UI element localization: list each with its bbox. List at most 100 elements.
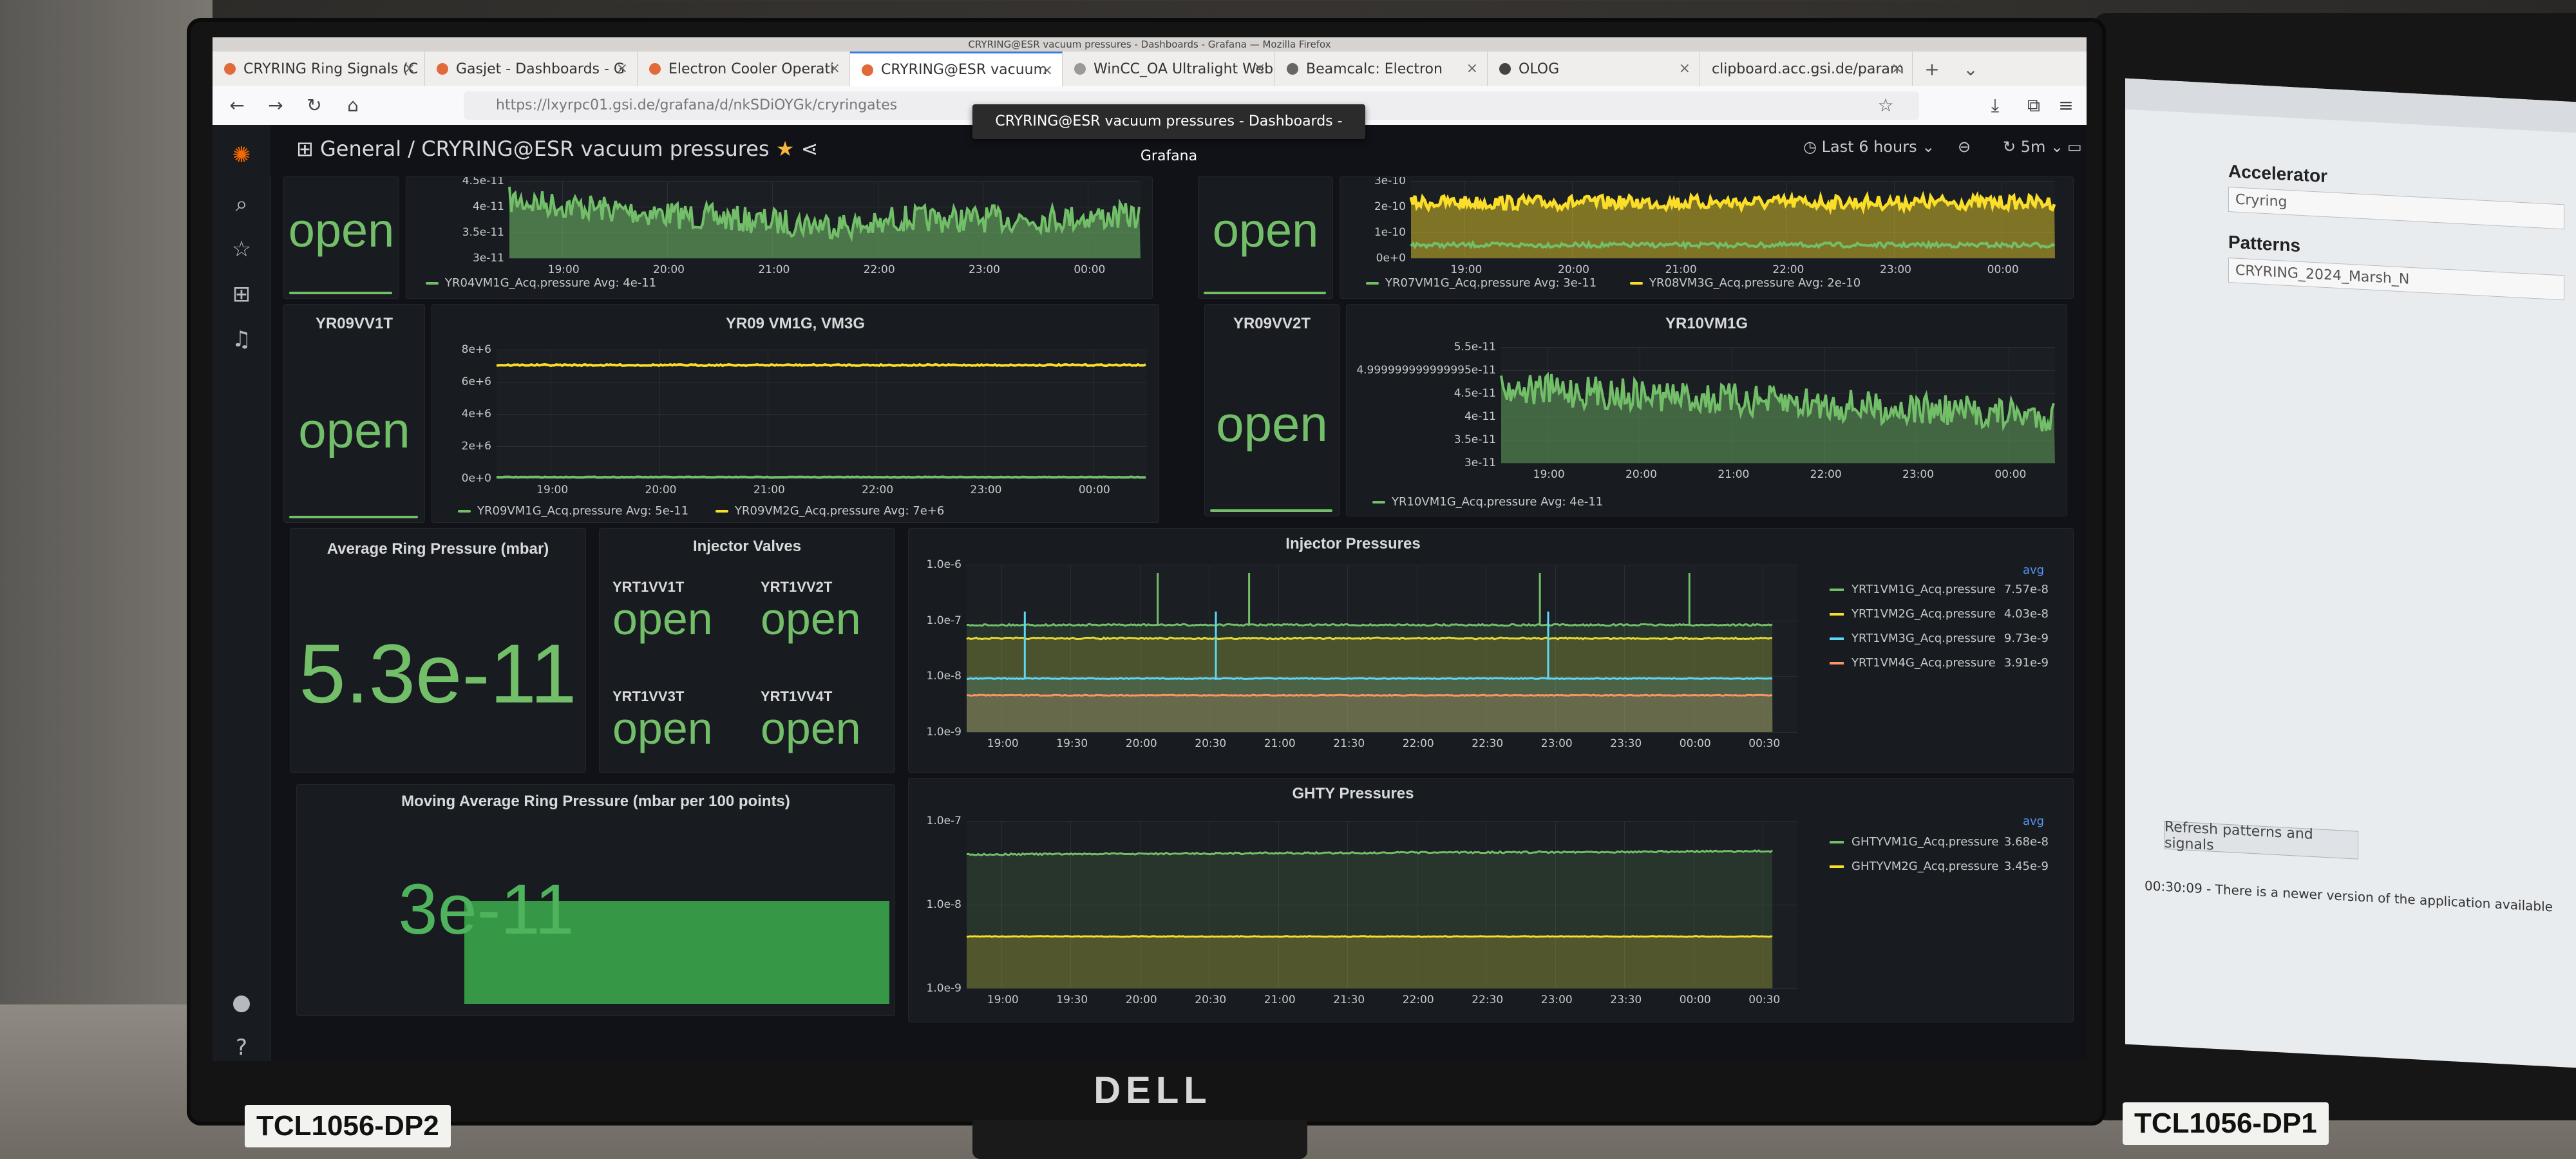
- user-avatar[interactable]: ●: [227, 988, 256, 1017]
- asset-tag-right: TCL1056-DP1: [2123, 1102, 2329, 1145]
- close-tab-icon[interactable]: ×: [616, 61, 628, 77]
- panel-yr10-graph[interactable]: YR10VM1G YR10VM1G_Acq.pressure Avg: 4e-1…: [1346, 304, 2067, 516]
- legend-item[interactable]: GHTYVM1G_Acq.pressure 3.68e-8: [1830, 835, 2049, 849]
- starred-icon[interactable]: ☆: [227, 234, 256, 264]
- x-tick-label: 00:00: [1679, 994, 1711, 1006]
- legend-item[interactable]: YRT1VM1G_Acq.pressure 7.57e-8: [1830, 583, 2049, 596]
- close-tab-icon[interactable]: ×: [1041, 62, 1053, 79]
- panel-average-ring-pressure[interactable]: Average Ring Pressure (mbar) 5.3e-11: [290, 528, 586, 773]
- legend-series-name: GHTYVM1G_Acq.pressure: [1852, 835, 1999, 849]
- panel-yr04-stat[interactable]: open: [283, 176, 399, 299]
- legend-item[interactable]: YRT1VM3G_Acq.pressure 9.73e-9: [1830, 632, 2049, 645]
- bookmark-star-icon[interactable]: ☆: [1874, 94, 1897, 117]
- accelerator-select[interactable]: Cryring: [2228, 187, 2564, 230]
- tab-gasjet[interactable]: Gasjet - Dashboards - G ×: [425, 52, 638, 86]
- tab-olog[interactable]: OLOG ×: [1488, 52, 1700, 86]
- panel-yr09-graph[interactable]: YR09 VM1G, VM3G YR09VM1G_Acq.pressure Av…: [431, 304, 1159, 523]
- close-tab-icon[interactable]: ×: [1466, 61, 1478, 77]
- tab-electron-cooler[interactable]: Electron Cooler Operati ×: [638, 52, 850, 86]
- x-tick-label: 21:00: [758, 263, 790, 276]
- tab-clipboard[interactable]: clipboard.acc.gsi.de/param ×: [1700, 52, 1913, 86]
- close-tab-icon[interactable]: ×: [1679, 61, 1690, 77]
- close-tab-icon[interactable]: ×: [404, 61, 415, 77]
- x-tick-label: 20:00: [1625, 468, 1657, 481]
- monitor-brand-logo: DELL: [1094, 1069, 1212, 1111]
- legend-item[interactable]: YR08VM3G_Acq.pressure Avg: 2e-10: [1630, 276, 1861, 290]
- help-icon[interactable]: ?: [227, 1033, 256, 1061]
- plot-area: [966, 565, 1797, 733]
- x-tick-label: 23:00: [1540, 737, 1573, 750]
- series-line: [497, 363, 1146, 368]
- tab-cryring-vacuum[interactable]: CRYRING@ESR vacuum ×: [850, 52, 1063, 86]
- panel-yr09vv1t[interactable]: YR09VV1T open: [283, 304, 425, 523]
- x-tick-label: 21:00: [1665, 263, 1697, 276]
- favorite-star-icon[interactable]: ★: [776, 137, 795, 161]
- menu-icon[interactable]: ≡: [2054, 94, 2078, 117]
- panel-ghty-pressures[interactable]: GHTY Pressures avg GHTYVM1G_Acq.pressure…: [908, 778, 2074, 1022]
- panel-yr09vv2t[interactable]: YR09VV2T open: [1204, 304, 1340, 516]
- search-icon[interactable]: ⌕: [227, 189, 256, 219]
- legend-item[interactable]: YR04VM1G_Acq.pressure Avg: 4e-11: [426, 276, 656, 290]
- panel-yr07-graph[interactable]: YR07VM1G_Acq.pressure Avg: 3e-11 YR08VM3…: [1340, 176, 2074, 299]
- back-icon[interactable]: ←: [225, 94, 249, 117]
- list-tabs-icon[interactable]: ⌄: [1951, 52, 1990, 86]
- y-tick-label: 1.0e-8: [926, 670, 961, 683]
- x-tick-label: 00:00: [1679, 737, 1711, 750]
- y-tick-label: 3e-11: [1464, 457, 1496, 469]
- x-tick-label: 21:30: [1333, 994, 1365, 1006]
- y-tick-label: 1.0e-9: [926, 726, 961, 739]
- share-icon[interactable]: ⋖: [801, 137, 819, 161]
- panel-yr07-stat[interactable]: open: [1198, 176, 1333, 299]
- panel-injector-pressures[interactable]: Injector Pressures avg YRT1VM1G_Acq.pres…: [908, 528, 2074, 773]
- y-tick-label: 3.5e-11: [462, 226, 504, 239]
- alerting-bell-icon[interactable]: ♫: [227, 325, 256, 354]
- new-tab-icon[interactable]: +: [1913, 52, 1951, 86]
- panel-moving-average[interactable]: Moving Average Ring Pressure (mbar per 1…: [296, 784, 895, 1016]
- tv-mode-icon[interactable]: ▭: [2067, 138, 2082, 156]
- tab-wincc[interactable]: WinCC_OA Ultralight Web C ×: [1063, 52, 1275, 86]
- close-tab-icon[interactable]: ×: [1254, 61, 1265, 77]
- legend-avg-header[interactable]: avg: [2023, 563, 2044, 577]
- panel-yr04-graph[interactable]: YR04VM1G_Acq.pressure Avg: 4e-11 4.5e-11…: [406, 176, 1153, 299]
- close-tab-icon[interactable]: ×: [1891, 61, 1903, 77]
- legend-item[interactable]: GHTYVM2G_Acq.pressure 3.45e-9: [1830, 860, 2049, 873]
- close-tab-icon[interactable]: ×: [829, 61, 840, 77]
- y-tick-label: 1.0e-7: [926, 614, 961, 627]
- tab-cryring-ring-signals[interactable]: CRYRING Ring Signals (C ×: [213, 52, 425, 86]
- valve-state: open: [761, 594, 861, 644]
- refresh-patterns-button[interactable]: Refresh patterns and signals: [2164, 819, 2358, 860]
- x-tick-label: 00:00: [1987, 263, 2019, 276]
- time-range-picker[interactable]: ◷ Last 6 hours ⌄: [1803, 138, 1935, 156]
- forward-icon[interactable]: →: [264, 94, 287, 117]
- home-icon[interactable]: ⌂: [341, 94, 365, 117]
- pattern-list-item[interactable]: CRYRING_2024_Marsh_N: [2228, 258, 2564, 301]
- x-tick-label: 00:30: [1748, 737, 1781, 750]
- y-tick-label: 4.999999999999995e-11: [1356, 364, 1496, 377]
- patterns-label: Patterns: [2228, 232, 2301, 256]
- refresh-button[interactable]: ↻ 5m ⌄: [2003, 138, 2063, 156]
- legend-avg-header[interactable]: avg: [2023, 815, 2044, 828]
- series-line: [966, 935, 1773, 938]
- grafana-logo-icon[interactable]: ✺: [227, 140, 256, 170]
- series-area: [1501, 374, 2055, 463]
- legend-item[interactable]: YRT1VM2G_Acq.pressure 4.03e-8: [1830, 607, 2049, 621]
- legend-item[interactable]: YR07VM1G_Acq.pressure Avg: 3e-11: [1366, 276, 1596, 290]
- extensions-icon[interactable]: ⧉: [2022, 94, 2045, 117]
- downloads-icon[interactable]: ⤓: [1984, 94, 2007, 117]
- status-message: 00:30:09 - There is a newer version of t…: [2145, 878, 2553, 915]
- dashboard-grid-icon: ⊞: [296, 137, 320, 161]
- legend-item[interactable]: YRT1VM4G_Acq.pressure 3.91e-9: [1830, 656, 2049, 670]
- legend-item[interactable]: YR10VM1G_Acq.pressure Avg: 4e-11: [1372, 495, 1603, 509]
- panel-injector-valves[interactable]: Injector Valves YRT1VV1T open YRT1VV2T o…: [599, 528, 895, 773]
- legend-item[interactable]: YR09VM2G_Acq.pressure Avg: 7e+6: [715, 504, 944, 518]
- legend-item[interactable]: YR09VM1G_Acq.pressure Avg: 5e-11: [458, 504, 688, 518]
- x-tick-label: 23:30: [1610, 737, 1642, 750]
- reload-icon[interactable]: ↻: [303, 94, 326, 117]
- zoom-out-icon[interactable]: ⊖: [1958, 138, 1971, 156]
- grafana-sidebar: ✺ ⌕ ☆ ⊞ ♫ ● ?: [213, 125, 271, 1061]
- y-tick-label: 4.5e-11: [1454, 387, 1496, 400]
- y-tick-label: 4e-11: [472, 200, 504, 213]
- page-favicon-icon: [1287, 63, 1298, 75]
- tab-beamcalc[interactable]: Beamcalc: Electron ×: [1275, 52, 1488, 86]
- dashboards-icon[interactable]: ⊞: [227, 279, 256, 309]
